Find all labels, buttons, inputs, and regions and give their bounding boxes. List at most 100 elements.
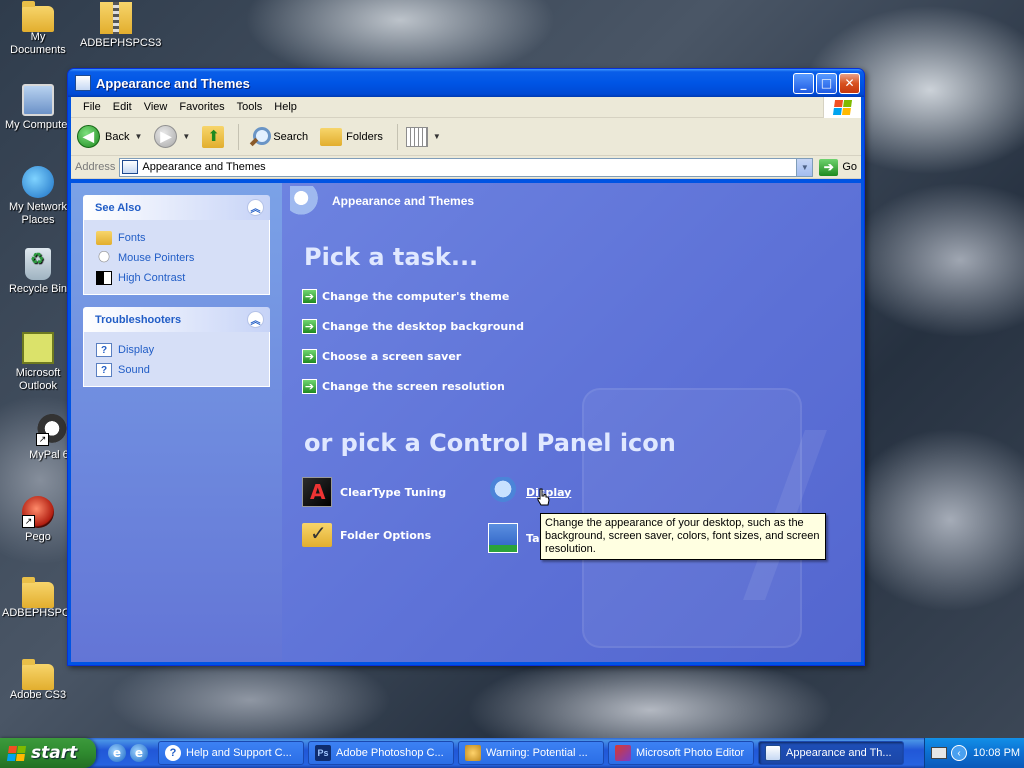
desktop-icon-my-documents[interactable]: My Documents: [0, 1, 76, 57]
collapse-chevron-icon[interactable]: ︽: [247, 311, 264, 328]
hand-cursor-icon: [537, 488, 550, 506]
task-change-background[interactable]: ➔ Change the desktop background: [302, 319, 524, 334]
chevron-left-icon[interactable]: ‹: [951, 745, 967, 761]
control-panel-icon: [122, 160, 139, 174]
minimize-button[interactable]: _: [793, 72, 814, 94]
taskbar-button-warning[interactable]: Warning: Potential ...: [458, 741, 604, 765]
see-also-header[interactable]: See Also ︽: [83, 195, 270, 220]
troubleshooters-title: Troubleshooters: [95, 313, 182, 326]
link-high-contrast[interactable]: High Contrast: [96, 268, 257, 288]
menu-tools[interactable]: Tools: [231, 101, 269, 113]
desktop-icon-adbephspcs3[interactable]: ADBEPHSPCS3: [78, 2, 161, 50]
link-fonts[interactable]: Fonts: [96, 228, 257, 248]
maximize-button[interactable]: □: [816, 72, 837, 94]
link-display-troubleshooter[interactable]: ? Display: [96, 340, 257, 360]
troubleshooters-panel: Troubleshooters ︽ ? Display ? Sound: [83, 307, 270, 387]
photoshop-icon: Ps: [315, 745, 331, 761]
address-dropdown-button[interactable]: ▼: [796, 158, 813, 176]
troubleshooters-body: ? Display ? Sound: [83, 332, 270, 387]
window-title: Appearance and Themes: [96, 75, 250, 91]
fonts-folder-icon: [96, 231, 112, 245]
search-button[interactable]: Search: [247, 126, 308, 148]
desktop-icon-pego[interactable]: Pego: [0, 496, 76, 544]
taskbar-button-photoshop[interactable]: Ps Adobe Photoshop C...: [308, 741, 454, 765]
recycle-bin-icon: [25, 248, 51, 280]
task-screen-saver[interactable]: ➔ Choose a screen saver: [302, 349, 461, 364]
views-button[interactable]: ▼: [405, 126, 447, 147]
green-arrow-icon: ➔: [302, 319, 317, 334]
menu-file[interactable]: File: [77, 101, 107, 113]
go-button[interactable]: ➔ Go: [819, 158, 857, 176]
link-label: Display: [118, 344, 155, 356]
category-title: Appearance and Themes: [332, 194, 475, 208]
taskbar-button-help[interactable]: ? Help and Support C...: [158, 741, 304, 765]
desktop-icon-adobe-cs3[interactable]: Adobe CS3: [0, 659, 76, 702]
pego-icon: [22, 496, 54, 528]
folder-icon: [22, 577, 54, 608]
forward-button[interactable]: ▶ ▼: [154, 125, 196, 148]
desktop-icon-my-network-places[interactable]: My Network Places: [0, 166, 76, 227]
address-label: Address: [75, 161, 116, 173]
desktop-icon-adbephspcs3-folder[interactable]: ADBEPHSPCS3: [0, 577, 83, 620]
menu-help[interactable]: Help: [268, 101, 303, 113]
taskbar-button-photo-editor[interactable]: Microsoft Photo Editor: [608, 741, 754, 765]
task-change-theme[interactable]: ➔ Change the computer's theme: [302, 289, 509, 304]
category-header: Appearance and Themes: [282, 183, 861, 219]
start-button[interactable]: start: [0, 738, 96, 768]
network-icon: [22, 166, 54, 198]
collapse-chevron-icon[interactable]: ︽: [247, 199, 264, 216]
taskbar-button-label: Appearance and Th...: [786, 747, 892, 759]
desktop-icon-microsoft-outlook[interactable]: Microsoft Outlook: [0, 332, 76, 393]
internet-explorer-icon[interactable]: e: [108, 744, 126, 762]
cp-icon-folder-options[interactable]: Folder Options: [302, 521, 431, 547]
back-button[interactable]: ◀ Back ▼: [77, 125, 148, 148]
zip-folder-icon: [100, 2, 132, 34]
forward-arrow-icon: ▶: [154, 125, 178, 148]
taskbar-icon: [488, 523, 518, 553]
quick-launch: e e: [108, 744, 152, 762]
folders-label: Folders: [346, 130, 383, 143]
folder-icon: [22, 1, 54, 32]
computer-icon: [22, 84, 54, 116]
troubleshooters-header[interactable]: Troubleshooters ︽: [83, 307, 270, 332]
chevron-down-icon[interactable]: ▼: [134, 132, 142, 141]
cp-icon-taskbar[interactable]: Ta: [488, 523, 540, 553]
task-label: Choose a screen saver: [322, 350, 462, 363]
desktop-icon-my-computer[interactable]: My Computer: [0, 84, 76, 132]
clock[interactable]: 10:08 PM: [973, 747, 1020, 759]
address-input[interactable]: Appearance and Themes ▼: [119, 157, 814, 177]
folders-button[interactable]: Folders: [320, 127, 383, 146]
control-panel-icon: [765, 745, 781, 761]
desktop-icon-label: My Documents: [10, 31, 66, 56]
desktop-icon-label: My Computer: [4, 119, 72, 131]
link-label: Mouse Pointers: [118, 252, 195, 264]
link-label: Fonts: [118, 232, 146, 244]
close-button[interactable]: ✕: [839, 72, 860, 94]
menu-view[interactable]: View: [138, 101, 174, 113]
address-value: Appearance and Themes: [142, 161, 266, 173]
chevron-down-icon[interactable]: ▼: [182, 132, 190, 141]
browser-icon[interactable]: e: [130, 744, 148, 762]
task-screen-resolution[interactable]: ➔ Change the screen resolution: [302, 379, 505, 394]
link-sound-troubleshooter[interactable]: ? Sound: [96, 360, 257, 380]
title-bar[interactable]: Appearance and Themes _ □ ✕: [68, 69, 864, 97]
keyboard-icon[interactable]: [931, 747, 947, 759]
folder-up-icon: [202, 125, 225, 148]
taskbar-button-appearance[interactable]: Appearance and Th...: [758, 741, 904, 765]
menu-favorites[interactable]: Favorites: [173, 101, 230, 113]
pick-icon-heading: or pick a Control Panel icon: [304, 429, 676, 457]
folder-options-icon: [302, 521, 332, 547]
go-arrow-icon: ➔: [819, 158, 839, 176]
link-mouse-pointers[interactable]: Mouse Pointers: [96, 248, 257, 268]
cp-icon-cleartype[interactable]: ClearType Tuning: [302, 477, 446, 507]
taskbar: start e e ? Help and Support C... Ps Ado…: [0, 738, 1024, 768]
warning-icon: [465, 745, 481, 761]
menu-edit[interactable]: Edit: [107, 101, 138, 113]
cp-icon-display[interactable]: Display: [488, 477, 571, 507]
cp-icon-label: Ta: [526, 531, 540, 545]
desktop-icon-recycle-bin[interactable]: Recycle Bin: [0, 248, 76, 296]
cleartype-icon: [302, 477, 332, 507]
address-bar: Address Appearance and Themes ▼ ➔ Go: [71, 156, 861, 179]
up-button[interactable]: [202, 125, 225, 148]
appearance-themes-icon: [290, 186, 322, 216]
